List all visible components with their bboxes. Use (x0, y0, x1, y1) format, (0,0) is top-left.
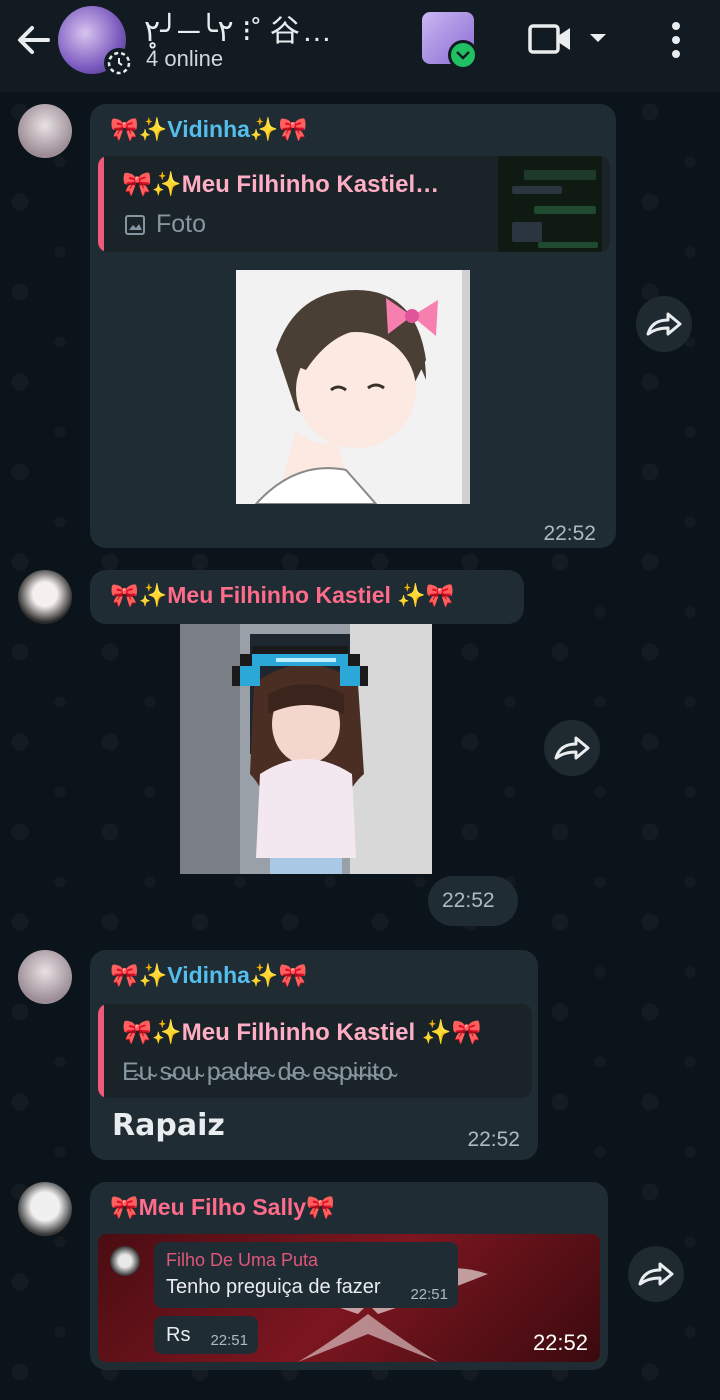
time-pill: 22:52 (428, 876, 518, 926)
caret-down-icon (590, 34, 606, 42)
sender-name[interactable]: 🎀✨Meu Filhinho Kastiel ✨🎀 (110, 582, 455, 609)
video-call-button[interactable] (528, 22, 574, 56)
status-icon (104, 48, 134, 78)
sender-name[interactable]: 🎀✨Vidinha✨🎀 (110, 962, 307, 989)
message-bubble[interactable]: 🎀Meu Filho Sally🎀 Filho De Uma Puta Tenh… (90, 1182, 608, 1370)
message-bubble[interactable]: 🎀✨Vidinha✨🎀 🎀✨Meu Filhinho Kastiel… Foto (90, 104, 616, 548)
forward-button[interactable] (628, 1246, 684, 1302)
quoted-message[interactable]: 🎀✨Meu Filhinho Kastiel ✨🎀 E̴u̴ s̴o̴u̴ p̴… (98, 1004, 532, 1098)
chevron-down-badge-icon (448, 40, 478, 70)
inner-bubble: Rs 22:51 (154, 1316, 258, 1354)
video-call-icon (528, 24, 570, 54)
inner-text: Rs (166, 1324, 191, 1346)
message-text: 𝗥𝗮𝗽𝗮𝗶𝘇 (112, 1108, 225, 1143)
more-options-button[interactable] (664, 18, 688, 62)
shared-screenshot[interactable]: Filho De Uma Puta Tenho preguiça de faze… (98, 1234, 600, 1362)
call-options-button[interactable] (588, 28, 608, 48)
inner-time: 22:51 (210, 1332, 248, 1349)
sender-avatar[interactable] (18, 104, 72, 158)
sender-avatar[interactable] (18, 950, 72, 1004)
sender-avatar[interactable] (18, 570, 72, 624)
message-time: 22:52 (532, 1330, 588, 1355)
image-icon (124, 214, 146, 241)
inner-time: 22:51 (410, 1286, 448, 1303)
quote-bar (98, 156, 104, 252)
message-time: 22:52 (467, 1128, 520, 1151)
inner-avatar (110, 1246, 140, 1276)
message-bubble[interactable]: 🎀✨Vidinha✨🎀 🎀✨Meu Filhinho Kastiel ✨🎀 E̴… (90, 950, 538, 1160)
quoted-message[interactable]: 🎀✨Meu Filhinho Kastiel… Foto (98, 156, 610, 252)
more-vert-icon (672, 22, 680, 58)
quote-thumbnail (498, 156, 602, 252)
shared-photo[interactable] (180, 624, 432, 874)
forward-icon (638, 1262, 674, 1286)
sender-name-bubble[interactable]: 🎀✨Meu Filhinho Kastiel ✨🎀 (90, 570, 524, 624)
forward-icon (554, 736, 590, 760)
forward-button[interactable] (544, 720, 600, 776)
forward-icon (646, 312, 682, 336)
inner-sender: Filho De Uma Puta (166, 1250, 319, 1270)
back-button[interactable] (14, 22, 54, 58)
sender-name[interactable]: 🎀✨Vidinha✨🎀 (110, 116, 307, 143)
message-time: 22:52 (543, 522, 596, 545)
shared-photo[interactable] (236, 270, 470, 504)
forward-button[interactable] (636, 296, 692, 352)
sender-avatar[interactable] (18, 1182, 72, 1236)
back-arrow-icon (18, 26, 50, 54)
quote-text: E̴u̴ s̴o̴u̴ p̴a̴d̴r̴e̴ d̴e̴ e̴s̴p̴i̴r̴i̴… (122, 1058, 394, 1086)
quote-bar (98, 1004, 104, 1098)
group-name[interactable]: ٢╰─╯٢̥ ⁝˚ 谷… (144, 6, 404, 50)
quote-sender: 🎀✨Meu Filhinho Kastiel… (122, 171, 440, 198)
quote-text: Foto (156, 210, 207, 238)
quote-sender: 🎀✨Meu Filhinho Kastiel ✨🎀 (122, 1019, 482, 1046)
chat-header: ٢╰─╯٢̥ ⁝˚ 谷… 4 online (0, 0, 720, 92)
sender-name[interactable]: 🎀Meu Filho Sally🎀 (110, 1194, 335, 1221)
message-time: 22:52 (442, 889, 495, 912)
inner-text: Tenho preguiça de fazer (166, 1276, 381, 1298)
inner-bubble: Filho De Uma Puta Tenho preguiça de faze… (154, 1242, 458, 1308)
online-count: 4 online (146, 46, 224, 71)
